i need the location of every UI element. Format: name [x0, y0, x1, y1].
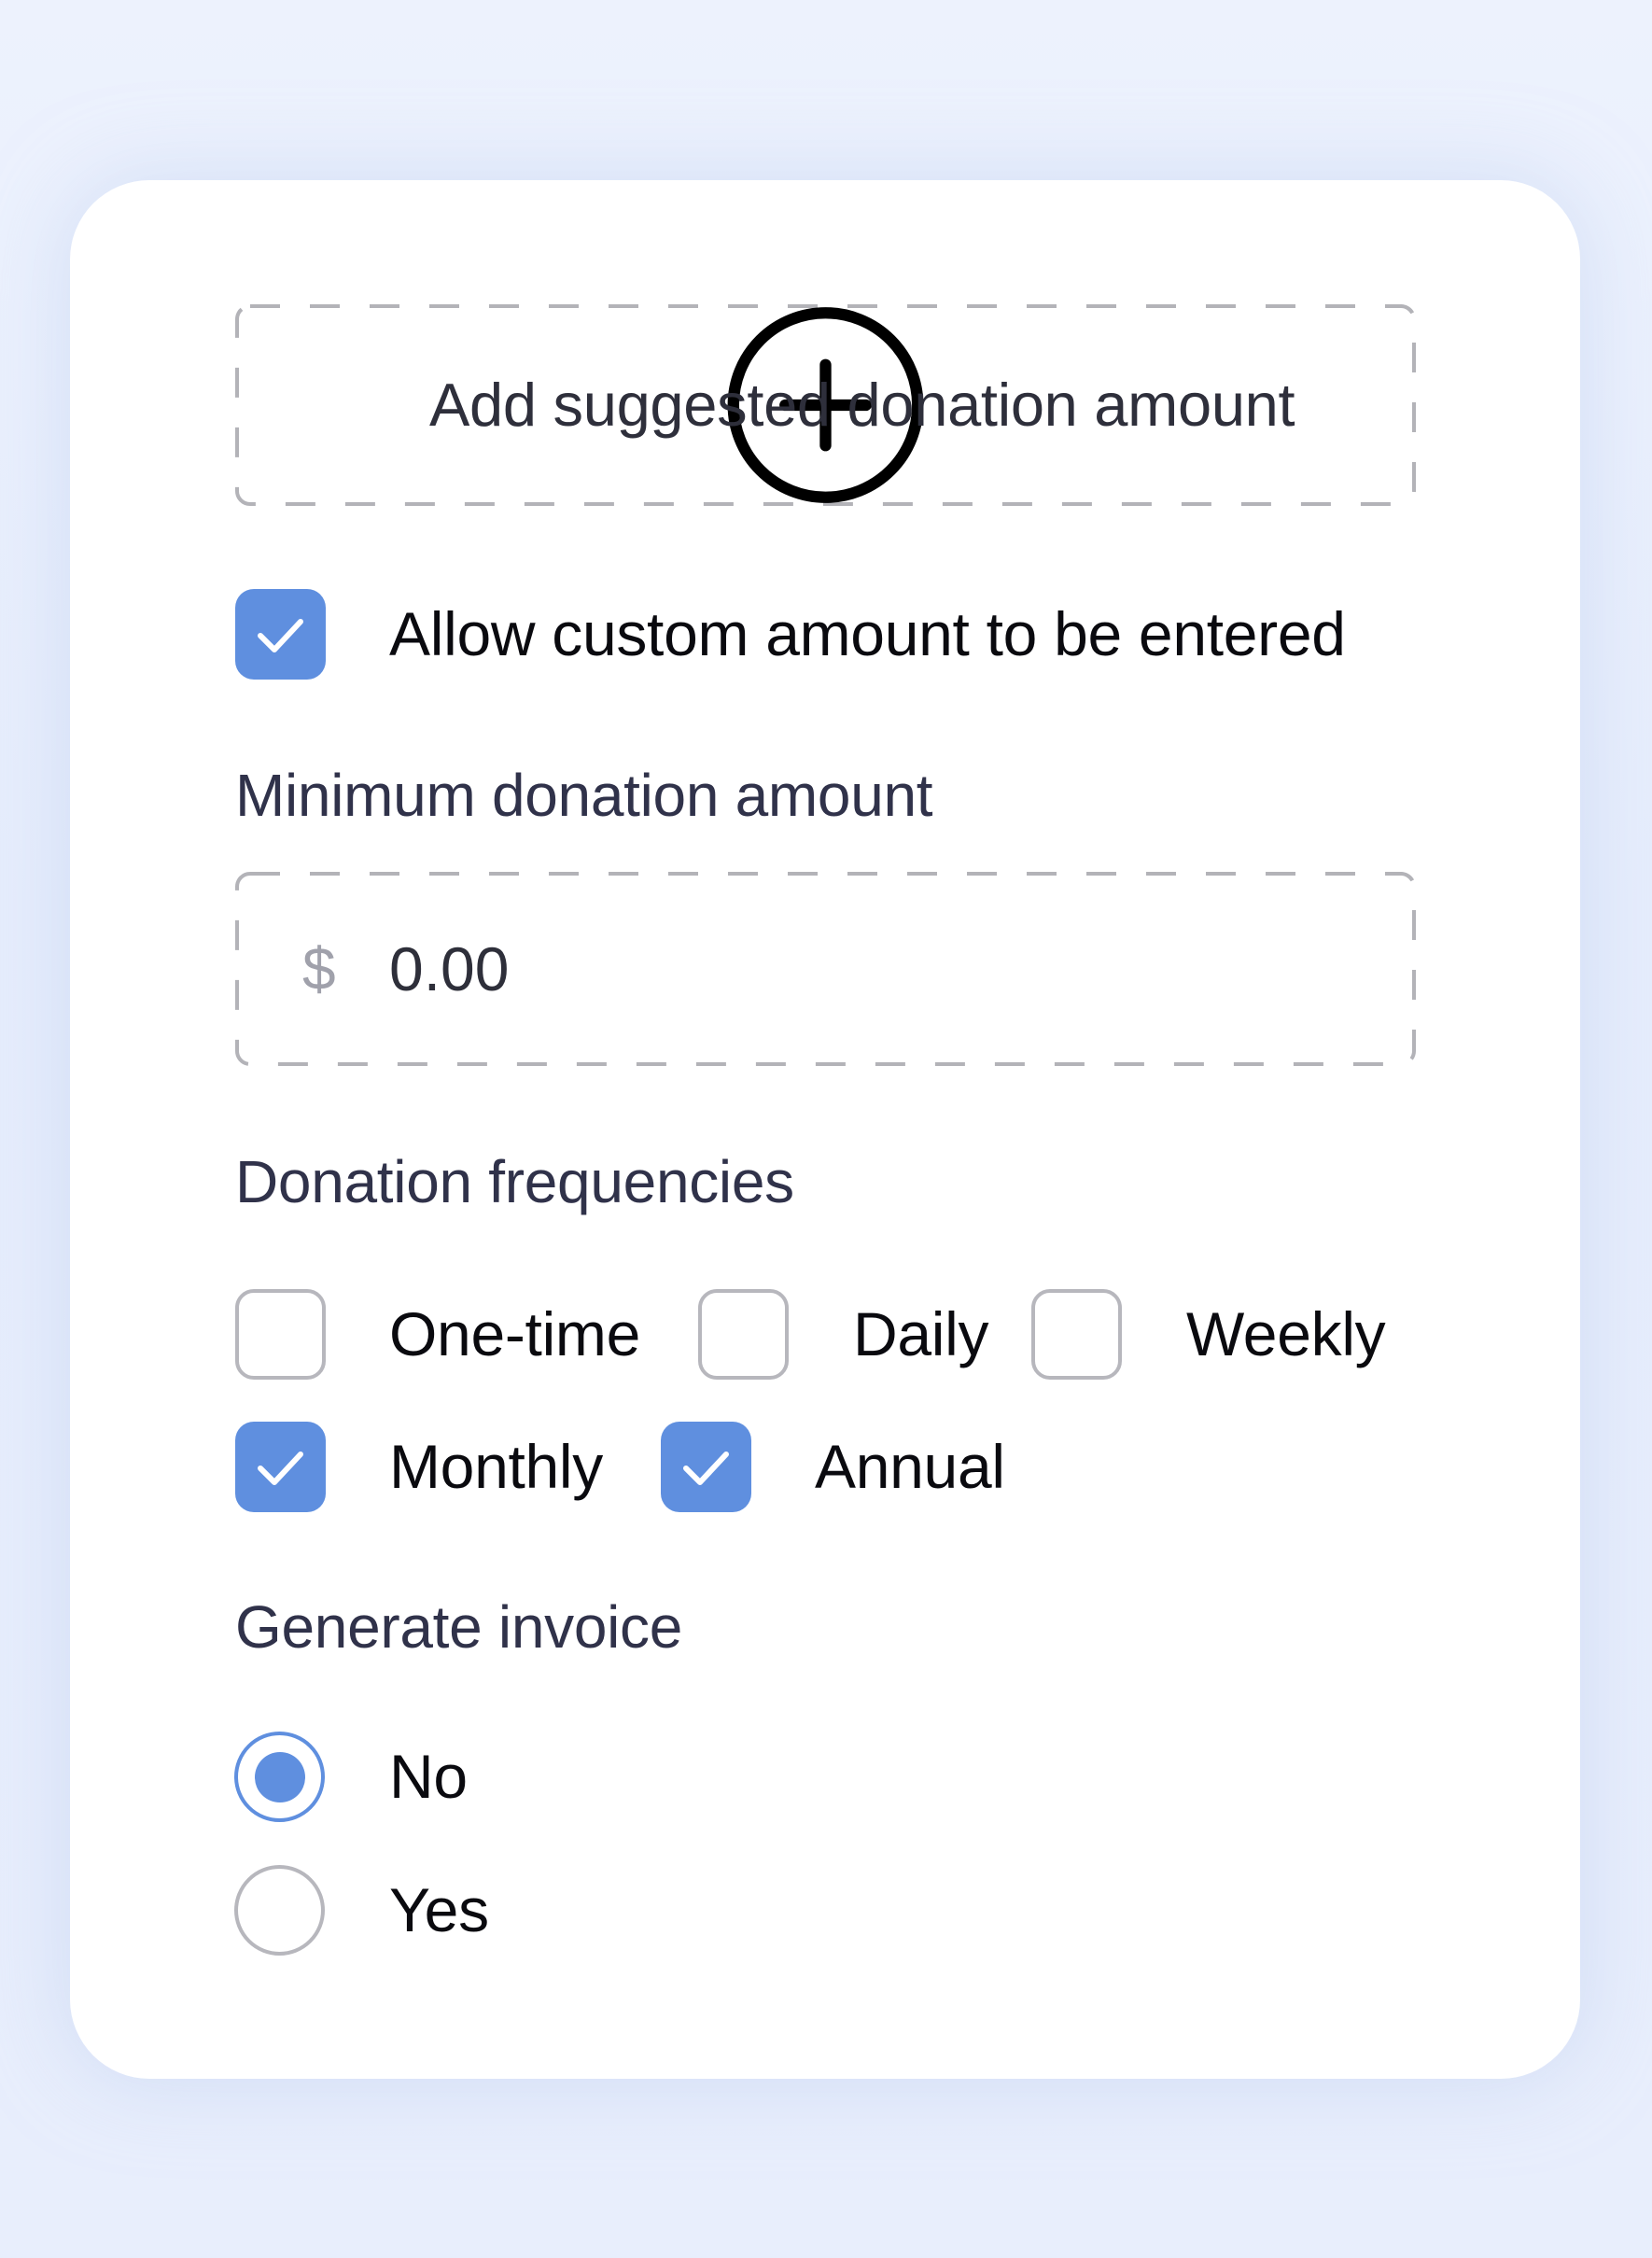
invoice-no-radio[interactable]	[234, 1732, 325, 1822]
minimum-amount-heading: Minimum donation amount	[235, 762, 933, 829]
frequency-weekly-checkbox[interactable]	[1031, 1289, 1122, 1380]
checkmark-icon	[258, 1452, 303, 1485]
add-suggested-amount-label: Add suggested donation amount	[429, 371, 1295, 439]
minimum-amount-input[interactable]	[389, 872, 1323, 1066]
invoice-no-label: No	[389, 1742, 468, 1811]
radio-selected-dot	[254, 1751, 305, 1802]
frequency-annual-label: Annual	[815, 1432, 1005, 1501]
frequency-daily-checkbox[interactable]	[698, 1289, 789, 1380]
donation-frequencies-heading: Donation frequencies	[235, 1148, 794, 1215]
frequency-daily-label: Daily	[853, 1299, 989, 1368]
frequency-one-time-label: One-time	[389, 1299, 641, 1368]
checkmark-icon	[258, 619, 303, 652]
currency-symbol: $	[302, 935, 336, 1003]
allow-custom-amount-label: Allow custom amount to be entered	[389, 599, 1346, 668]
invoice-yes-radio[interactable]	[234, 1865, 325, 1956]
frequency-annual-checkbox[interactable]	[661, 1422, 751, 1512]
frequency-monthly-checkbox[interactable]	[235, 1422, 326, 1512]
checkmark-icon	[683, 1452, 729, 1485]
add-suggested-amount-button[interactable]: Add suggested donation amount	[235, 304, 1416, 506]
minimum-amount-field[interactable]: $	[235, 872, 1416, 1066]
frequency-one-time-checkbox[interactable]	[235, 1289, 326, 1380]
invoice-yes-label: Yes	[389, 1875, 489, 1944]
frequency-monthly-label: Monthly	[389, 1432, 603, 1501]
allow-custom-amount-checkbox[interactable]	[235, 589, 326, 680]
generate-invoice-heading: Generate invoice	[235, 1593, 683, 1661]
frequency-weekly-label: Weekly	[1186, 1299, 1386, 1368]
donation-settings-card: Add suggested donation amount Allow cust…	[70, 180, 1580, 2079]
